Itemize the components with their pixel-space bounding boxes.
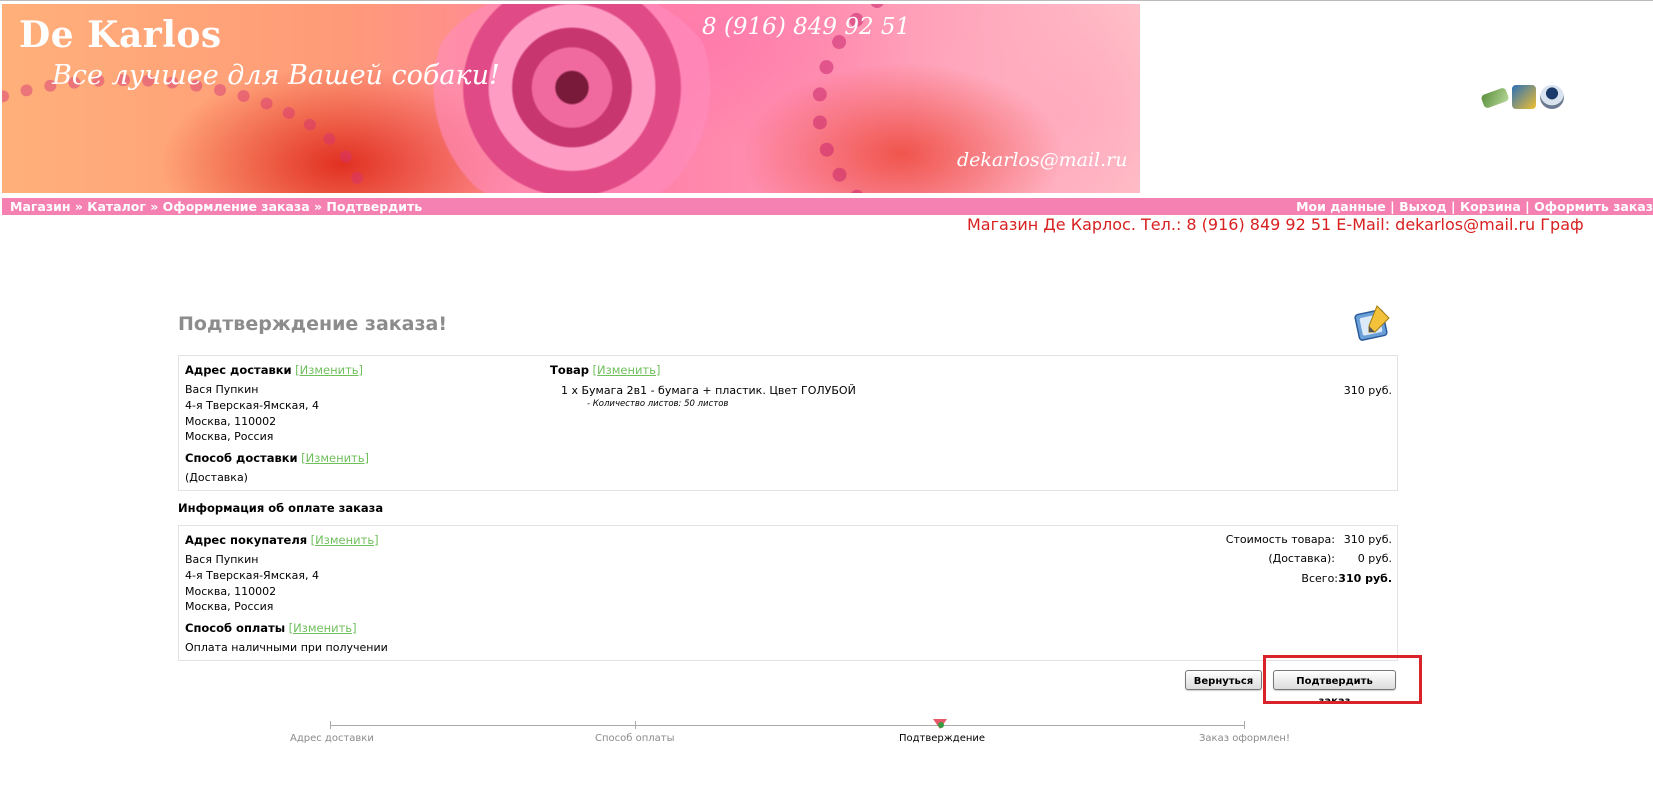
site-logo-text: De Karlos bbox=[19, 14, 222, 56]
products-heading: Товар bbox=[550, 363, 590, 377]
billing-street: 4-я Тверская-Ямская, 4 bbox=[185, 569, 320, 582]
billing-address-heading-row: Адрес покупателя [Изменить] bbox=[185, 533, 379, 547]
logout-link[interactable]: Выход bbox=[1399, 199, 1447, 214]
checkout-progress-line bbox=[330, 725, 1245, 726]
cart-icon[interactable] bbox=[1512, 85, 1536, 109]
product-item: 1 x Бумага 2в1 - бумага + пластик. Цвет … bbox=[561, 384, 856, 397]
checkout-link[interactable]: Оформить заказ bbox=[1534, 199, 1653, 214]
total-label: Всего: bbox=[1301, 572, 1338, 585]
back-button[interactable]: Вернуться bbox=[1185, 670, 1262, 690]
delivery-country: Москва, Россия bbox=[185, 430, 274, 443]
shipping-method-heading: Способ доставки bbox=[185, 451, 298, 465]
delivery-address-heading: Адрес доставки bbox=[185, 363, 292, 377]
progress-tick bbox=[1244, 721, 1245, 729]
payment-method-value: Оплата наличными при получении bbox=[185, 641, 388, 654]
breadcrumb-separator: » bbox=[309, 199, 327, 214]
delivery-name: Вася Пупкин bbox=[185, 383, 259, 396]
account-icon[interactable] bbox=[1540, 85, 1564, 109]
progress-step-confirm: Подтверждение bbox=[899, 733, 986, 744]
billing-address-heading: Адрес покупателя bbox=[185, 533, 308, 547]
header-banner[interactable]: De Karlos Все лучшее для Вашей собаки! 8… bbox=[2, 4, 1140, 193]
breadcrumb-checkout[interactable]: Оформление заказа bbox=[163, 199, 310, 214]
shipping-method-value: (Доставка) bbox=[185, 471, 248, 484]
product-attribute: - Количество листов: 50 листов bbox=[587, 399, 729, 409]
payment-method-heading: Способ оплаты bbox=[185, 621, 286, 635]
delivery-summary-box: Адрес доставки [Изменить] Вася Пупкин 4-… bbox=[178, 355, 1398, 491]
total-value: 310 руб. bbox=[1338, 572, 1392, 585]
page-title: Подтверждение заказа! bbox=[178, 313, 448, 335]
navigation-bar: Магазин » Каталог » Оформление заказа » … bbox=[2, 198, 1653, 215]
account-links: Мои данные | Выход | Корзина | Оформить … bbox=[1296, 198, 1653, 215]
marquee-ticker: Магазин Де Карлос. Тел.: 8 (916) 849 92 … bbox=[967, 215, 1584, 234]
shipping-method-heading-row: Способ доставки [Изменить] bbox=[185, 451, 369, 465]
breadcrumb: Магазин » Каталог » Оформление заказа » … bbox=[10, 198, 422, 215]
billing-city: Москва, 110002 bbox=[185, 585, 277, 598]
banner-email: dekarlos@mail.ru bbox=[957, 149, 1128, 171]
highlight-box bbox=[1263, 655, 1422, 704]
shipping-cost-value: 0 руб. bbox=[1357, 552, 1392, 565]
billing-summary-box: Адрес покупателя [Изменить] Вася Пупкин … bbox=[178, 525, 1398, 661]
site-slogan: Все лучшее для Вашей собаки! bbox=[52, 60, 500, 91]
progress-step-done: Заказ оформлен! bbox=[1199, 733, 1290, 744]
billing-name: Вася Пупкин bbox=[185, 553, 259, 566]
payment-info-heading: Информация об оплате заказа bbox=[178, 501, 384, 515]
link-separator: | bbox=[1520, 199, 1535, 214]
current-step-dot-icon bbox=[938, 722, 944, 728]
subtotal-label: Стоимость товара: bbox=[1225, 533, 1335, 546]
breadcrumb-confirm[interactable]: Подтвердить bbox=[326, 199, 422, 214]
edit-delivery-address-link[interactable]: [Изменить] bbox=[295, 363, 363, 377]
billing-country: Москва, Россия bbox=[185, 600, 274, 613]
cart-link[interactable]: Корзина bbox=[1460, 199, 1521, 214]
progress-tick bbox=[330, 721, 331, 729]
settings-icon[interactable] bbox=[1480, 86, 1510, 110]
link-separator: | bbox=[1446, 199, 1460, 214]
breadcrumb-separator: » bbox=[145, 199, 163, 214]
header-icon-links bbox=[1480, 85, 1564, 110]
top-border bbox=[0, 0, 1653, 1]
confirmation-icon bbox=[1354, 305, 1390, 341]
delivery-address-heading-row: Адрес доставки [Изменить] bbox=[185, 363, 363, 377]
delivery-street: 4-я Тверская-Ямская, 4 bbox=[185, 399, 320, 412]
banner-flower-image bbox=[422, 4, 722, 193]
edit-payment-method-link[interactable]: [Изменить] bbox=[289, 621, 357, 635]
shipping-cost-label: (Доставка): bbox=[1268, 552, 1335, 565]
edit-products-link[interactable]: [Изменить] bbox=[593, 363, 661, 377]
breadcrumb-catalog[interactable]: Каталог bbox=[87, 199, 146, 214]
my-account-link[interactable]: Мои данные bbox=[1296, 199, 1386, 214]
subtotal-value: 310 руб. bbox=[1343, 533, 1392, 546]
banner-phone: 8 (916) 849 92 51 bbox=[702, 14, 911, 40]
progress-tick bbox=[635, 721, 636, 729]
progress-step-delivery: Адрес доставки bbox=[290, 733, 374, 744]
product-price: 310 руб. bbox=[1343, 384, 1392, 397]
breadcrumb-separator: » bbox=[70, 199, 88, 214]
breadcrumb-shop[interactable]: Магазин bbox=[10, 199, 71, 214]
edit-billing-address-link[interactable]: [Изменить] bbox=[311, 533, 379, 547]
delivery-city: Москва, 110002 bbox=[185, 415, 277, 428]
products-heading-row: Товар [Изменить] bbox=[550, 363, 660, 377]
edit-shipping-method-link[interactable]: [Изменить] bbox=[301, 451, 369, 465]
progress-step-payment: Способ оплаты bbox=[595, 733, 675, 744]
payment-method-heading-row: Способ оплаты [Изменить] bbox=[185, 621, 357, 635]
banner-decoration bbox=[2, 74, 366, 193]
link-separator: | bbox=[1385, 199, 1400, 214]
